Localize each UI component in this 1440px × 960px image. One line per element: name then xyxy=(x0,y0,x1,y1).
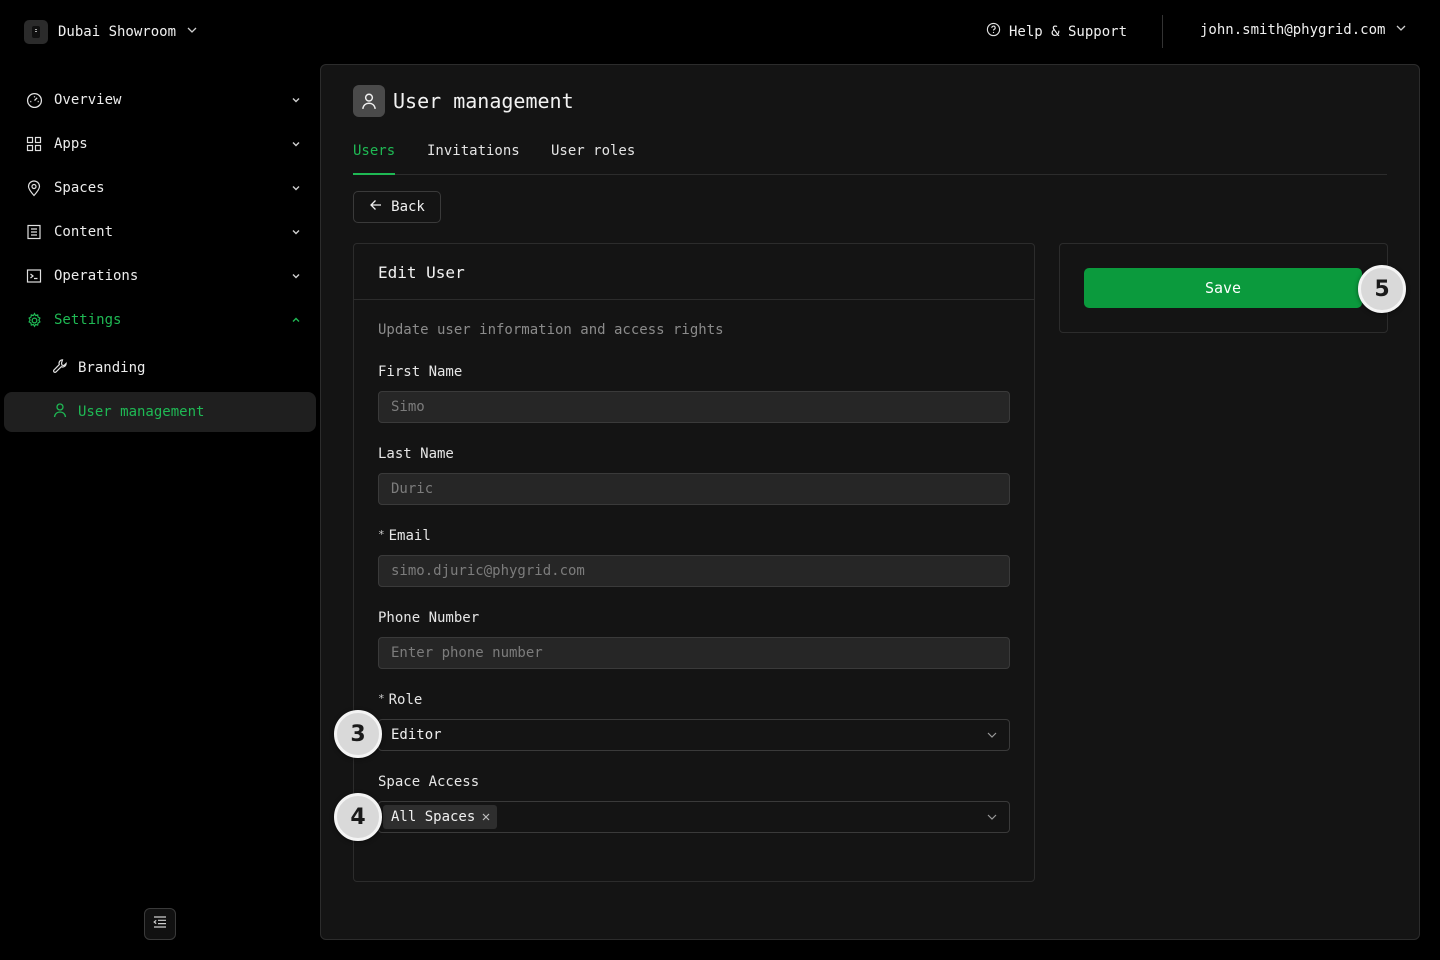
sidebar-item-label: Content xyxy=(54,224,114,240)
page-title: User management xyxy=(393,89,574,113)
space-access-label: Space Access xyxy=(378,774,480,790)
required-mark: * xyxy=(378,528,385,541)
card-description: Update user information and access right… xyxy=(378,322,724,338)
chevron-down-icon xyxy=(985,810,999,828)
card-title: Edit User xyxy=(354,244,1034,300)
help-icon xyxy=(986,22,1001,41)
sidebar-item-label: Operations xyxy=(54,268,139,284)
sidebar-item-content[interactable]: Content xyxy=(24,220,304,244)
workspace-logo-icon xyxy=(24,20,48,44)
sidebar-subitem-label: Branding xyxy=(78,360,146,376)
last-name-label: Last Name xyxy=(378,446,454,462)
space-tag-label: All Spaces xyxy=(391,809,476,825)
chevron-down-icon xyxy=(288,92,304,108)
sidebar-item-spaces[interactable]: Spaces xyxy=(24,176,304,200)
page-header: User management xyxy=(353,85,574,117)
sidebar-item-apps[interactable]: Apps xyxy=(24,132,304,156)
user-icon xyxy=(52,402,68,422)
header-divider xyxy=(1162,15,1163,48)
sidebar-item-operations[interactable]: Operations xyxy=(24,264,304,288)
help-support-link[interactable]: Help & Support xyxy=(986,22,1127,41)
help-support-label: Help & Support xyxy=(1009,23,1128,40)
sidebar-subitem-user-management[interactable]: User management xyxy=(52,400,204,424)
chevron-down-icon xyxy=(985,728,999,746)
sidebar-item-label: Spaces xyxy=(54,180,105,196)
main-panel: User management Users Invitations User r… xyxy=(320,64,1420,940)
save-button[interactable]: Save xyxy=(1084,268,1362,308)
tab-users[interactable]: Users xyxy=(353,143,396,175)
sidebar-subitem-branding[interactable]: Branding xyxy=(52,356,145,380)
chevron-down-icon xyxy=(1395,22,1407,38)
gear-icon xyxy=(24,310,44,330)
last-name-input[interactable]: Duric xyxy=(378,473,1010,505)
space-tag: All Spaces xyxy=(383,805,498,829)
email-label-text: Email xyxy=(388,528,431,544)
collapse-menu-icon xyxy=(153,916,167,932)
step-badge-3: 3 xyxy=(334,710,382,758)
edit-user-card: Edit User Update user information and ac… xyxy=(353,243,1035,882)
role-label-text: Role xyxy=(388,692,423,708)
terminal-icon xyxy=(24,266,44,286)
account-menu[interactable]: john.smith@phygrid.com xyxy=(1200,22,1407,38)
wrench-icon xyxy=(52,358,68,378)
close-icon[interactable] xyxy=(481,812,491,822)
user-icon xyxy=(353,85,385,117)
workspace-selector[interactable]: Dubai Showroom xyxy=(24,20,198,44)
space-access-select[interactable]: All Spaces xyxy=(378,801,1010,833)
sidebar-item-label: Settings xyxy=(54,312,122,328)
email-label: * Email xyxy=(378,528,431,544)
email-field[interactable]: simo.djuric@phygrid.com xyxy=(378,555,1010,587)
tab-bar: Users Invitations User roles xyxy=(353,143,1387,175)
grid-icon xyxy=(24,134,44,154)
chevron-down-icon xyxy=(288,268,304,284)
gauge-icon xyxy=(24,90,44,110)
tab-invitations[interactable]: Invitations xyxy=(427,143,520,175)
role-label: * Role xyxy=(378,692,422,708)
map-pin-icon xyxy=(24,178,44,198)
required-mark: * xyxy=(378,692,385,705)
tab-user-roles[interactable]: User roles xyxy=(551,143,635,175)
role-selected-value: Editor xyxy=(391,727,442,743)
workspace-name: Dubai Showroom xyxy=(58,24,177,40)
phone-input[interactable]: Enter phone number xyxy=(378,637,1010,669)
content-icon xyxy=(24,222,44,242)
chevron-down-icon xyxy=(288,136,304,152)
back-label: Back xyxy=(391,199,425,215)
chevron-down-icon xyxy=(186,24,198,40)
sidebar-item-label: Overview xyxy=(54,92,122,108)
chevron-down-icon xyxy=(288,180,304,196)
sidebar-subitem-label: User management xyxy=(78,404,205,420)
arrow-left-icon xyxy=(369,198,383,216)
account-email: john.smith@phygrid.com xyxy=(1200,22,1386,38)
first-name-label: First Name xyxy=(378,364,463,380)
role-select[interactable]: Editor xyxy=(378,719,1010,751)
sidebar-item-label: Apps xyxy=(54,136,88,152)
back-button[interactable]: Back xyxy=(353,191,441,223)
step-badge-5: 5 xyxy=(1358,265,1406,313)
sidebar-item-overview[interactable]: Overview xyxy=(24,88,304,112)
first-name-input[interactable]: Simo xyxy=(378,391,1010,423)
collapse-sidebar-button[interactable] xyxy=(144,908,176,940)
phone-label: Phone Number xyxy=(378,610,480,626)
step-badge-4: 4 xyxy=(334,793,382,841)
sidebar-item-settings[interactable]: Settings xyxy=(24,308,304,332)
chevron-up-icon xyxy=(288,312,304,328)
chevron-down-icon xyxy=(288,224,304,240)
actions-card: Save xyxy=(1059,243,1388,333)
